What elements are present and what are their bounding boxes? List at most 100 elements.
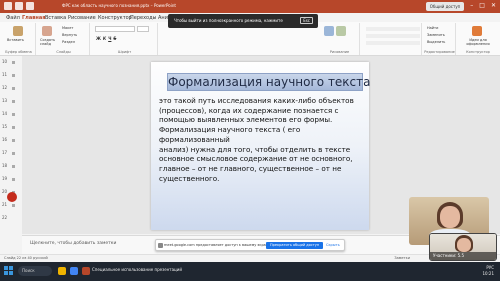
share-button[interactable]: Общий доступ [425, 1, 465, 11]
editing-group-label: Редактирование [424, 50, 455, 54]
slide-number[interactable]: 22 [2, 215, 7, 220]
slides-group: Создать слайд Макет Вернуть Раздел Слайд… [38, 23, 90, 55]
person-face [457, 238, 471, 252]
system-tray: РУС 10:21 [482, 265, 494, 277]
slide-number[interactable]: 15 [2, 124, 7, 129]
find-button[interactable]: Найти [427, 26, 438, 30]
share-screen-icon [158, 243, 163, 248]
chrome-icon[interactable] [70, 267, 78, 275]
notes-toggle[interactable]: Заметки [394, 256, 410, 260]
clock[interactable]: 10:21 [482, 271, 494, 277]
slide-line: главное – от не главного, существенное –… [159, 163, 342, 173]
undo-icon[interactable] [15, 2, 23, 10]
bold-button[interactable]: Ж [96, 36, 101, 41]
slide-line: основное смысловое содержание от не осно… [159, 154, 353, 164]
tab-file[interactable]: Файл [6, 15, 20, 21]
star-icon [12, 165, 15, 168]
slide-line: (процессов), когда их содержание познает… [159, 105, 339, 115]
video-tile-participant[interactable]: Участники: 5.5 [429, 233, 497, 261]
quick-access-toolbar [4, 2, 34, 10]
file-explorer-icon[interactable] [58, 267, 66, 275]
notification-text: meet.google.com предоставляет доступ к в… [164, 243, 272, 247]
save-icon[interactable] [4, 2, 12, 10]
stop-sharing-button[interactable]: Прекратить общий доступ [266, 242, 324, 249]
notes-placeholder: Щелкните, чтобы добавить заметки [30, 241, 117, 246]
star-icon [12, 178, 15, 181]
drawing-group-label: Рисование [329, 50, 350, 54]
slides-group-label: Слайды [56, 50, 71, 54]
tab-design[interactable]: Конструктор [98, 15, 132, 21]
record-icon[interactable] [7, 192, 17, 202]
slide-number[interactable]: 19 [2, 176, 7, 181]
minimize-icon[interactable]: – [470, 1, 473, 11]
shapes-icon[interactable] [324, 26, 334, 36]
designer-group-label: Конструктор [466, 50, 490, 54]
star-icon [12, 204, 15, 207]
taskbar-search[interactable]: Поиск [18, 266, 52, 276]
person-face [440, 206, 460, 228]
toast-text: Чтобы выйти из полноэкранного режима, на… [174, 18, 283, 23]
active-window-label[interactable]: Специальное использование презентаций [92, 267, 182, 272]
slide-number[interactable]: 18 [2, 163, 7, 168]
windows-start-icon[interactable] [4, 266, 14, 276]
slide-number[interactable]: 20 [2, 189, 7, 194]
slide-counter: Слайд 22 из 40 русский [4, 256, 48, 260]
slide-number[interactable]: 10 [2, 59, 7, 64]
star-icon [12, 152, 15, 155]
maximize-icon[interactable]: □ [479, 1, 485, 11]
slide-thumbnails-panel: 10 11 12 13 14 15 16 17 18 19 20 21 22 [0, 56, 22, 254]
taskbar: Поиск Специальное использование презента… [0, 262, 500, 281]
star-icon [12, 74, 15, 77]
star-icon [12, 100, 15, 103]
slide-title: Формализация научного текста [168, 75, 371, 89]
shape-fill-button[interactable] [366, 27, 420, 31]
layout-button[interactable]: Макет [62, 26, 73, 30]
close-icon[interactable]: ✕ [491, 1, 496, 11]
font-name-input[interactable] [95, 26, 135, 32]
paste-button[interactable]: Вставить [7, 38, 24, 42]
tab-transitions[interactable]: Переходы [130, 15, 157, 21]
italic-button[interactable]: К [103, 36, 106, 41]
star-icon [12, 113, 15, 116]
underline-button[interactable]: Ч [108, 36, 111, 41]
slide-number[interactable]: 21 [2, 202, 7, 207]
slide-number[interactable]: 14 [2, 111, 7, 116]
powerpoint-icon[interactable] [82, 267, 90, 275]
editing-group: Найти Заменить Выделить Редактирование [424, 23, 456, 55]
tab-insert[interactable]: Вставка [45, 15, 66, 21]
window-title: ФРС как область научного познания.pptx –… [62, 3, 176, 8]
shape-outline-button[interactable] [366, 34, 420, 38]
design-ideas-button[interactable]: Идеи для оформления [460, 38, 496, 46]
slide-number[interactable]: 13 [2, 98, 7, 103]
select-button[interactable]: Выделить [427, 40, 445, 44]
fullscreen-toast: Чтобы выйти из полноэкранного режима, на… [168, 14, 318, 28]
new-slide-icon[interactable] [42, 26, 52, 36]
arrange-icon[interactable] [336, 26, 346, 36]
hide-notification-button[interactable]: Скрыть [326, 243, 340, 247]
design-ideas-icon[interactable] [472, 26, 482, 36]
star-icon [12, 61, 15, 64]
new-slide-button[interactable]: Создать слайд [40, 38, 58, 46]
reset-button[interactable]: Вернуть [62, 33, 77, 37]
drawing-group: Рисование [320, 23, 360, 55]
current-slide[interactable]: Формализация научного текста это такой п… [151, 62, 371, 230]
slide-number[interactable]: 17 [2, 150, 7, 155]
shape-effects-button[interactable] [366, 41, 420, 45]
font-group: Ж К Ч S Шрифт [92, 23, 158, 55]
slide-line: Формализация научного текста ( его форма… [159, 125, 301, 144]
slide-number[interactable]: 12 [2, 85, 7, 90]
strikethrough-button[interactable]: S [113, 36, 116, 41]
tab-draw[interactable]: Рисование [68, 15, 96, 21]
slide-number[interactable]: 11 [2, 72, 7, 77]
replace-button[interactable]: Заменить [427, 33, 445, 37]
designer-group: Идеи для оформления Конструктор [458, 23, 498, 55]
font-size-input[interactable] [137, 26, 149, 32]
slide-body-text[interactable]: это такой путь исследования каких-либо о… [159, 96, 365, 183]
slide-title-box[interactable]: Формализация научного текста [167, 73, 371, 91]
redo-icon[interactable] [26, 2, 34, 10]
section-button[interactable]: Раздел [62, 40, 75, 44]
slide-number[interactable]: 16 [2, 137, 7, 142]
paste-icon[interactable] [13, 26, 23, 36]
style-group [362, 23, 422, 55]
star-icon [12, 87, 15, 90]
